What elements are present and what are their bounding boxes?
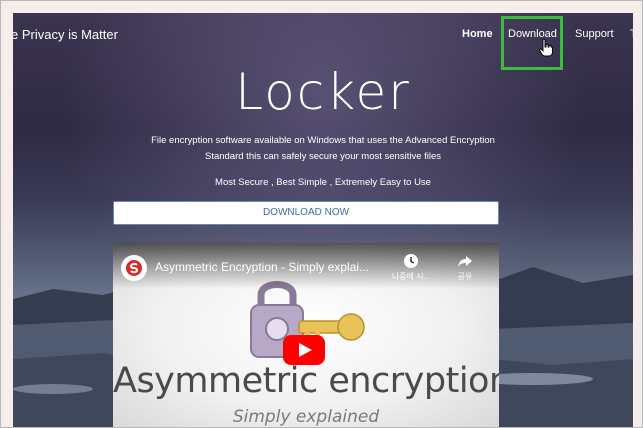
share-icon <box>458 256 472 267</box>
channel-logo-icon[interactable] <box>121 255 147 281</box>
page-title: Locker <box>235 63 411 121</box>
nav-home[interactable]: Home <box>462 28 493 40</box>
description-line-1: File encryption software available on Wi… <box>151 135 495 146</box>
watch-later-button[interactable]: 나중에 시... <box>389 253 433 282</box>
video-header: Asymmetric Encryption - Simply explai...… <box>113 243 499 289</box>
clock-icon <box>404 254 418 268</box>
thumbnail-subheading: Simply explained <box>232 407 380 427</box>
embedded-video[interactable]: Asymmetric encryption Simply explained A… <box>113 243 499 427</box>
hand-cursor-icon <box>539 39 553 57</box>
site-brand[interactable]: e Privacy is Matter <box>13 27 118 42</box>
video-title[interactable]: Asymmetric Encryption - Simply explai... <box>155 260 379 274</box>
thumbnail-heading: Asymmetric encryption <box>113 361 499 401</box>
nav-support[interactable]: Support <box>575 28 614 40</box>
browser-frame: e Privacy is Matter Home Download Suppor… <box>0 0 643 428</box>
hero-tagline: Most Secure , Best Simple , Extremely Ea… <box>215 177 431 188</box>
hero-description: File encryption software available on Wi… <box>113 133 533 165</box>
share-label: 공유 <box>457 272 473 281</box>
download-highlight-box <box>501 16 563 70</box>
watch-later-label: 나중에 시... <box>391 272 431 281</box>
hero-section: e Privacy is Matter Home Download Suppor… <box>13 13 633 427</box>
download-now-button[interactable]: DOWNLOAD NOW <box>113 201 499 225</box>
nav-more[interactable]: T <box>630 28 633 40</box>
share-button[interactable]: 공유 <box>443 253 487 282</box>
description-line-2: Standard this can safely secure your mos… <box>204 151 442 162</box>
